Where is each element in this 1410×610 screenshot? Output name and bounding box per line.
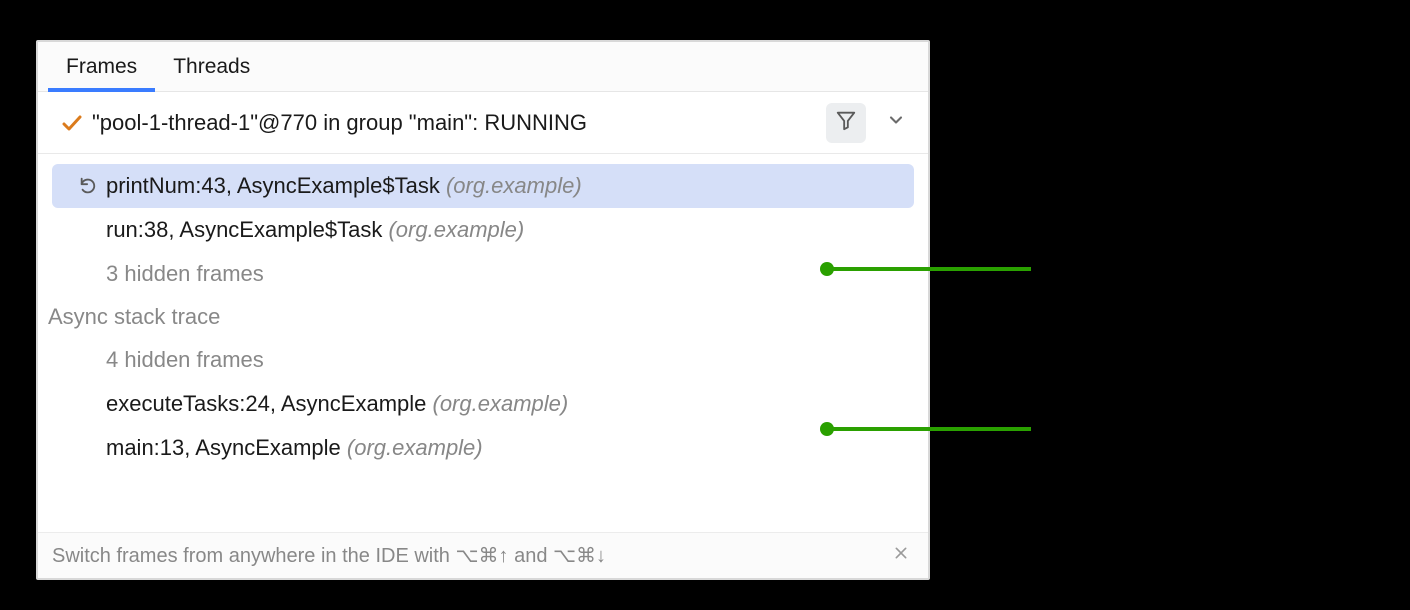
frame-text: printNum:43, AsyncExample$Task (org.exam… xyxy=(106,173,582,199)
frame-method: main:13, AsyncExample xyxy=(106,435,347,460)
stack-frame[interactable]: run:38, AsyncExample$Task (org.example) xyxy=(52,208,914,252)
hidden-frames-label: 3 hidden frames xyxy=(106,261,264,287)
section-label: Async stack trace xyxy=(48,304,220,330)
funnel-icon xyxy=(835,109,857,136)
frame-text: executeTasks:24, AsyncExample (org.examp… xyxy=(106,391,568,417)
frame-method: run:38, AsyncExample$Task xyxy=(106,217,388,242)
frames-list[interactable]: printNum:43, AsyncExample$Task (org.exam… xyxy=(38,154,928,532)
stack-frame[interactable]: printNum:43, AsyncExample$Task (org.exam… xyxy=(52,164,914,208)
drop-frame-icon xyxy=(78,175,106,197)
frame-package: (org.example) xyxy=(347,435,483,460)
filter-button[interactable] xyxy=(826,103,866,143)
async-section-header: Async stack trace xyxy=(38,296,928,338)
stack-frame[interactable]: executeTasks:24, AsyncExample (org.examp… xyxy=(52,382,914,426)
close-icon xyxy=(893,544,909,567)
hidden-frames-toggle[interactable]: 4 hidden frames xyxy=(38,338,928,382)
annotation-line xyxy=(827,427,1031,431)
tab-bar: Frames Threads xyxy=(38,42,928,92)
thread-selector[interactable]: "pool-1-thread-1"@770 in group "main": R… xyxy=(38,92,928,154)
frame-text: run:38, AsyncExample$Task (org.example) xyxy=(106,217,524,243)
hidden-frames-toggle[interactable]: 3 hidden frames xyxy=(38,252,928,296)
frame-package: (org.example) xyxy=(433,391,569,416)
tab-threads[interactable]: Threads xyxy=(155,42,268,91)
frame-package: (org.example) xyxy=(446,173,582,198)
frame-method: printNum:43, AsyncExample$Task xyxy=(106,173,446,198)
frame-text: main:13, AsyncExample (org.example) xyxy=(106,435,483,461)
hint-bar: Switch frames from anywhere in the IDE w… xyxy=(38,532,928,578)
annotation-line xyxy=(827,267,1031,271)
thread-dropdown-button[interactable] xyxy=(878,105,914,141)
close-hint-button[interactable] xyxy=(888,543,914,569)
check-icon xyxy=(60,111,84,135)
tab-label: Frames xyxy=(66,55,137,79)
frame-package: (org.example) xyxy=(388,217,524,242)
hint-text: Switch frames from anywhere in the IDE w… xyxy=(52,543,888,568)
tab-label: Threads xyxy=(173,55,250,79)
thread-actions xyxy=(826,103,914,143)
stack-frame[interactable]: main:13, AsyncExample (org.example) xyxy=(52,426,914,470)
chevron-down-icon xyxy=(886,110,906,135)
debug-frames-panel: Frames Threads "pool-1-thread-1"@770 in … xyxy=(36,40,930,580)
frame-method: executeTasks:24, AsyncExample xyxy=(106,391,433,416)
hidden-frames-label: 4 hidden frames xyxy=(106,347,264,373)
thread-label: "pool-1-thread-1"@770 in group "main": R… xyxy=(92,110,826,136)
tab-frames[interactable]: Frames xyxy=(48,42,155,91)
